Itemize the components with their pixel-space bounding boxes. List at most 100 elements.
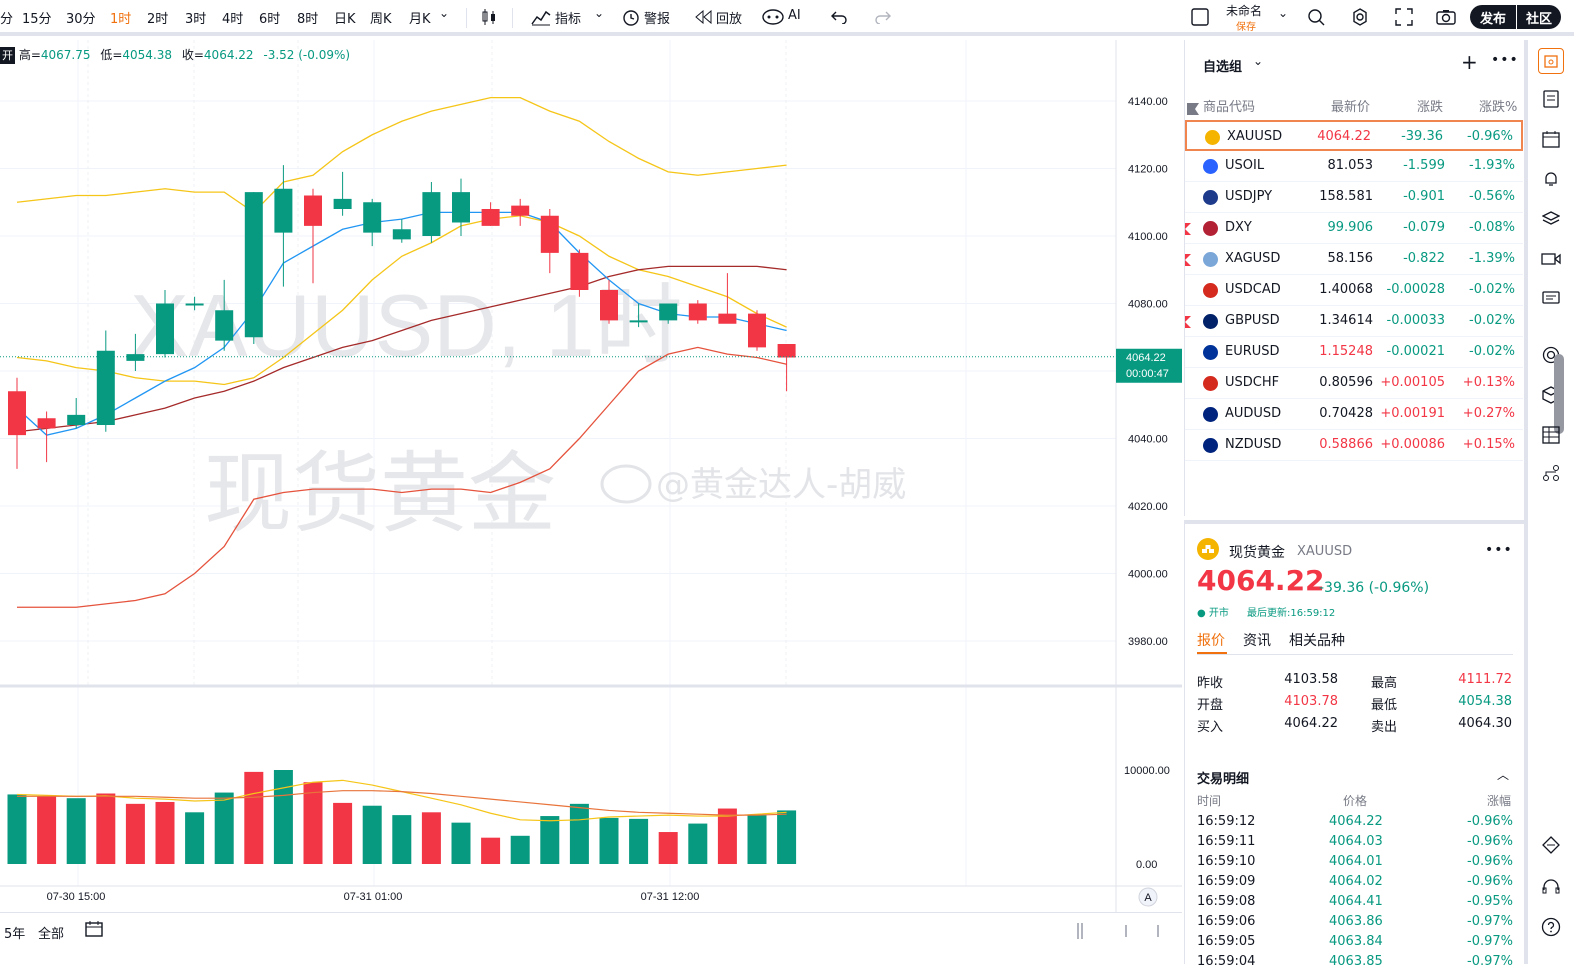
watchlist-sidebar-icon[interactable] xyxy=(1538,48,1564,74)
trade-row: 16:59:08 4064.41 -0.95% xyxy=(1197,894,1513,914)
trade-pct: -0.97% xyxy=(1467,934,1513,949)
watchlist-row[interactable]: NZDUSD 0.58866 +0.00086 +0.15% xyxy=(1185,430,1523,461)
interval-11-button[interactable]: 月K xyxy=(409,8,431,27)
price-chart-canvas[interactable]: XAUUSD, 1时现货黄金 @黄金达人-胡威 4140.00 4120.00 4100… xyxy=(0,40,1182,912)
indicators-icon[interactable] xyxy=(530,6,552,28)
red-flag-icon[interactable] xyxy=(1185,223,1191,235)
interval-7-button[interactable]: 6时 xyxy=(259,8,280,27)
tab-news[interactable]: 资讯 xyxy=(1243,630,1271,650)
volume-bar xyxy=(214,792,234,864)
interval-10-button[interactable]: 周K xyxy=(370,8,392,27)
flag-column-icon[interactable] xyxy=(1187,100,1199,119)
support-headset-icon[interactable] xyxy=(1538,874,1564,900)
col-header-change[interactable]: 涨跌 xyxy=(1417,96,1443,118)
interval-0-button[interactable]: 分 xyxy=(0,8,13,27)
detail-more-icon[interactable]: ••• xyxy=(1485,542,1513,558)
watchlist-row[interactable]: USOIL 81.053 -1.599 -1.93% xyxy=(1185,151,1523,182)
symbol-detail-panel: 现货黄金 XAUUSD ••• 4064.22 -39.36 (-0.96%) … xyxy=(1184,520,1524,969)
alerts-bell-icon[interactable] xyxy=(1538,166,1564,192)
watchlist-price: 58.156 xyxy=(1327,251,1374,266)
trade-pct: -0.96% xyxy=(1467,814,1513,829)
watchlist-row[interactable]: XAUUSD 4064.22 -39.36 -0.96% xyxy=(1185,120,1523,151)
ai-assistant-icon[interactable] xyxy=(762,6,784,28)
settings-gear-icon[interactable] xyxy=(1349,6,1371,28)
candle-body xyxy=(333,198,352,209)
trade-price: 4064.01 xyxy=(1329,854,1383,869)
undo-icon[interactable] xyxy=(828,6,850,28)
indicators-chevron-icon[interactable]: ⌄ xyxy=(594,6,604,20)
layout-chevron-icon[interactable]: ⌄ xyxy=(1278,6,1288,20)
layout-checkbox-icon[interactable] xyxy=(1189,6,1211,28)
watchlist-change-pct: +0.15% xyxy=(1462,437,1515,452)
alert-button[interactable]: 警报 xyxy=(644,8,670,27)
interval-9-button[interactable]: 日K xyxy=(334,8,356,27)
candle-type-icon[interactable] xyxy=(478,6,500,28)
strategy-tree-icon[interactable] xyxy=(1538,460,1564,486)
watchlist-price: 0.80596 xyxy=(1319,375,1373,390)
trade-time: 16:59:06 xyxy=(1197,914,1256,929)
replay-icon[interactable] xyxy=(693,6,715,28)
trade-time: 16:59:12 xyxy=(1197,814,1256,829)
chart-pane[interactable]: XAUUSD, 1时 现货黄金 @黄金达人-胡威 4140.00 4120.00 4100… xyxy=(0,40,1182,950)
col-header-change-pct[interactable]: 涨跌% xyxy=(1479,96,1517,118)
watchlist-more-icon[interactable]: ••• xyxy=(1491,52,1519,68)
symbol-logo-icon xyxy=(1203,376,1218,391)
col-header-symbol[interactable]: 商品代码 xyxy=(1203,96,1255,118)
interval-3-button[interactable]: 1时 xyxy=(110,8,131,27)
calendar-icon[interactable] xyxy=(1538,126,1564,152)
red-flag-icon[interactable] xyxy=(1185,254,1191,266)
alert-clock-icon[interactable] xyxy=(620,6,642,28)
watchlist-change-pct: -0.08% xyxy=(1469,220,1515,235)
ai-button[interactable]: AI xyxy=(788,8,801,23)
interval-4-button[interactable]: 2时 xyxy=(147,8,168,27)
watchlist-row[interactable]: EURUSD 1.15248 -0.00021 -0.02% xyxy=(1185,337,1523,368)
interval-2-button[interactable]: 30分 xyxy=(66,8,96,27)
tab-related[interactable]: 相关品种 xyxy=(1289,630,1345,650)
chat-icon[interactable] xyxy=(1538,286,1564,312)
interval-1-button[interactable]: 15分 xyxy=(22,8,52,27)
indicators-button[interactable]: 指标 xyxy=(555,8,581,27)
interval-5-button[interactable]: 3时 xyxy=(185,8,206,27)
candle-body xyxy=(422,192,441,236)
col-header-last[interactable]: 最新价 xyxy=(1331,96,1370,118)
layers-icon[interactable] xyxy=(1538,206,1564,232)
video-icon[interactable] xyxy=(1538,246,1564,272)
watchlist-row[interactable]: USDCHF 0.80596 +0.00105 +0.13% xyxy=(1185,368,1523,399)
trade-price: 4064.03 xyxy=(1329,834,1383,849)
symbol-logo-icon xyxy=(1203,314,1218,329)
range-5y-button[interactable]: 5年 xyxy=(4,923,25,942)
red-flag-icon[interactable] xyxy=(1185,316,1191,328)
symbol-logo-icon xyxy=(1203,345,1218,360)
range-all-button[interactable]: 全部 xyxy=(38,923,64,942)
fullscreen-icon[interactable] xyxy=(1393,6,1415,28)
interval-dropdown-chevron-icon[interactable]: ⌄ xyxy=(439,6,449,20)
zoom-handles-icon[interactable] xyxy=(1074,921,1164,945)
table-icon[interactable] xyxy=(1538,422,1564,448)
watchlist-row[interactable]: DXY 99.906 -0.079 -0.08% xyxy=(1185,213,1523,244)
trade-pct: -0.96% xyxy=(1467,854,1513,869)
date-range-calendar-icon[interactable] xyxy=(84,919,104,943)
watchlist-row[interactable]: USDJPY 158.581 -0.901 -0.56% xyxy=(1185,182,1523,213)
redo-icon[interactable] xyxy=(872,6,894,28)
layout-name[interactable]: 未命名 xyxy=(1226,2,1262,19)
drawing-tools-icon[interactable] xyxy=(1538,832,1564,858)
watchlist-group-chevron-icon[interactable]: ⌄ xyxy=(1253,54,1263,68)
replay-button[interactable]: 回放 xyxy=(716,8,742,27)
community-button[interactable]: 社区 xyxy=(1517,5,1561,29)
help-question-icon[interactable] xyxy=(1538,914,1564,940)
quick-search-icon[interactable] xyxy=(1305,6,1327,28)
watchlist-price: 81.053 xyxy=(1327,158,1374,173)
add-symbol-plus-icon[interactable]: + xyxy=(1461,50,1478,74)
watchlist-group-title[interactable]: 自选组 xyxy=(1203,56,1242,75)
watchlist-row[interactable]: GBPUSD 1.34614 -0.00033 -0.02% xyxy=(1185,306,1523,337)
interval-8-button[interactable]: 8时 xyxy=(297,8,318,27)
trades-collapse-chevron-icon[interactable]: ︿ xyxy=(1497,766,1509,783)
watchlist-row[interactable]: USDCAD 1.40068 -0.00028 -0.02% xyxy=(1185,275,1523,306)
watchlist-row[interactable]: XAGUSD 58.156 -0.822 -1.39% xyxy=(1185,244,1523,275)
interval-6-button[interactable]: 4时 xyxy=(222,8,243,27)
publish-button[interactable]: 发布 xyxy=(1470,5,1516,29)
tab-quote[interactable]: 报价 xyxy=(1197,630,1225,650)
news-document-icon[interactable] xyxy=(1538,86,1564,112)
screenshot-camera-icon[interactable] xyxy=(1435,6,1457,28)
watchlist-row[interactable]: AUDUSD 0.70428 +0.00191 +0.27% xyxy=(1185,399,1523,430)
